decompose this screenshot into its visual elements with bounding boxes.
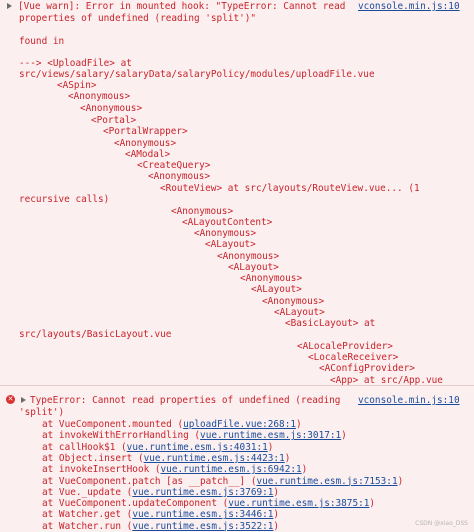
tree-line: ---> <UploadFile> at xyxy=(19,58,132,69)
tree-line: <Anonymous> xyxy=(262,296,325,307)
stack-frame: at invokeInsertHook (vue.runtime.esm.js:… xyxy=(42,464,307,475)
stack-frame: at Vue._update (vue.runtime.esm.js:3769:… xyxy=(42,487,279,498)
tree-line: <Anonymous> xyxy=(171,206,234,217)
warn-header-line2: properties of undefined (reading 'split'… xyxy=(19,13,257,24)
tree-line: <Anonymous> xyxy=(148,171,211,182)
tree-line: <Anonymous> xyxy=(217,251,280,262)
type-error-message: ✕ TypeError: Cannot read properties of u… xyxy=(0,386,474,532)
tree-line: <ALayoutContent> xyxy=(182,217,273,228)
tree-line: <BasicLayout> at xyxy=(285,318,376,329)
stack-frame: at Watcher.get (vue.runtime.esm.js:3446:… xyxy=(42,509,279,520)
stack-frame: at Object.insert (vue.runtime.esm.js:442… xyxy=(42,453,290,464)
tree-line: <ALayout> xyxy=(274,307,325,318)
expand-triangle-icon[interactable] xyxy=(7,3,12,9)
stack-frame-fn: at Watcher.run ( xyxy=(42,520,133,532)
stack-frame-fn: at VueComponent.mounted ( xyxy=(42,419,184,430)
tree-line: <ALocaleProvider> xyxy=(297,341,393,352)
stack-frame-fn: at Object.insert ( xyxy=(42,452,144,464)
watermark: CSDN @xiao_DSS xyxy=(415,520,468,527)
tree-line: <Anonymous> xyxy=(240,273,303,284)
stack-frame-location-link[interactable]: vue.runtime.esm.js:3769:1 xyxy=(132,487,273,498)
tree-line: <App> at src/App.vue xyxy=(330,375,443,386)
stack-frame-close: ) xyxy=(284,452,291,464)
stack-frame-location-link[interactable]: vue.runtime.esm.js:7153:1 xyxy=(256,476,397,487)
stack-frame-location-link[interactable]: vue.runtime.esm.js:3522:1 xyxy=(132,521,273,532)
tree-line: src/views/salary/salaryData/salaryPolicy… xyxy=(19,69,375,80)
tree-line: <Portal> xyxy=(91,115,137,126)
stack-frame-close: ) xyxy=(301,464,308,476)
expand-triangle-icon[interactable] xyxy=(21,397,26,403)
stack-frame-fn: at VueComponent.patch [as __patch__] ( xyxy=(42,475,257,487)
tree-line: <ALayout> xyxy=(205,239,256,250)
stack-frame-fn: at invokeInsertHook ( xyxy=(42,464,161,476)
stack-frame-close: ) xyxy=(273,520,280,532)
stack-frame-close: ) xyxy=(369,498,376,510)
tree-line: <LocaleReceiver> xyxy=(308,352,399,363)
x-icon: ✕ xyxy=(6,395,15,404)
stack-frame-fn: at callHook$1 ( xyxy=(42,441,127,453)
stack-frame-close: ) xyxy=(341,430,347,442)
stack-frame-close: ) xyxy=(273,509,280,521)
stack-frame-fn: at VueComponent.updateComponent ( xyxy=(42,498,229,510)
tree-line: <Anonymous> xyxy=(68,91,131,102)
stack-frame-location-link[interactable]: vue.runtime.esm.js:4031:1 xyxy=(127,442,268,453)
warn-header-line1: [Vue warn]: Error in mounted hook: "Type… xyxy=(18,1,346,12)
stack-frame-location-link[interactable]: vue.runtime.esm.js:6942:1 xyxy=(161,464,302,475)
stack-frame-close: ) xyxy=(273,486,280,498)
stack-frame: at Watcher.run (vue.runtime.esm.js:3522:… xyxy=(42,521,279,532)
error-header-line2: 'split') xyxy=(19,407,65,418)
tree-line: <Anonymous> xyxy=(194,228,257,239)
tree-line: <AModal> xyxy=(125,149,171,160)
tree-line: <ALayout> xyxy=(228,262,279,273)
stack-frame-location-link[interactable]: vue.runtime.esm.js:3446:1 xyxy=(132,509,273,520)
stack-frame: at VueComponent.updateComponent (vue.run… xyxy=(42,498,375,509)
stack-frame-location-link[interactable]: vue.runtime.esm.js:4423:1 xyxy=(144,453,285,464)
tree-line: <ASpin> xyxy=(57,80,97,91)
error-header-line1: TypeError: Cannot read properties of und… xyxy=(30,395,341,406)
tree-line: src/layouts/BasicLayout.vue xyxy=(19,329,172,340)
tree-line: <CreateQuery> xyxy=(137,160,211,171)
stack-frame-close: ) xyxy=(267,441,274,453)
stack-frame-fn: at invokeWithErrorHandling ( xyxy=(42,430,201,442)
stack-frame-close: ) xyxy=(296,419,302,430)
tree-line: recursive calls) xyxy=(19,194,110,205)
stack-frame-location-link[interactable]: uploadFile.vue:268:1 xyxy=(183,419,296,430)
tree-line: <PortalWrapper> xyxy=(103,126,188,137)
stack-frame-fn: at Watcher.get ( xyxy=(42,509,133,521)
stack-frame: at callHook$1 (vue.runtime.esm.js:4031:1… xyxy=(42,442,273,453)
stack-frame: at VueComponent.patch [as __patch__] (vu… xyxy=(42,476,403,487)
warn-source-link[interactable]: vconsole.min.js:10 xyxy=(358,1,460,12)
error-source-link[interactable]: vconsole.min.js:10 xyxy=(358,395,460,406)
stack-frame-close: ) xyxy=(397,475,404,487)
tree-line: <Anonymous> xyxy=(80,103,143,114)
stack-frame-location-link[interactable]: vue.runtime.esm.js:3017:1 xyxy=(200,430,341,441)
found-in-label: found in xyxy=(19,36,65,47)
tree-line: <AConfigProvider> xyxy=(319,363,415,374)
stack-frame-location-link[interactable]: vue.runtime.esm.js:3875:1 xyxy=(228,498,369,509)
tree-line: <Anonymous> xyxy=(114,138,177,149)
tree-line: <ALayout> xyxy=(251,284,302,295)
tree-line: <RouteView> at src/layouts/RouteView.vue… xyxy=(160,183,420,194)
stack-frame: at invokeWithErrorHandling (vue.runtime.… xyxy=(42,430,347,441)
vue-warn-message: [Vue warn]: Error in mounted hook: "Type… xyxy=(0,0,474,397)
stack-frame: at VueComponent.mounted (uploadFile.vue:… xyxy=(42,419,302,430)
stack-frame-fn: at Vue._update ( xyxy=(42,486,133,498)
